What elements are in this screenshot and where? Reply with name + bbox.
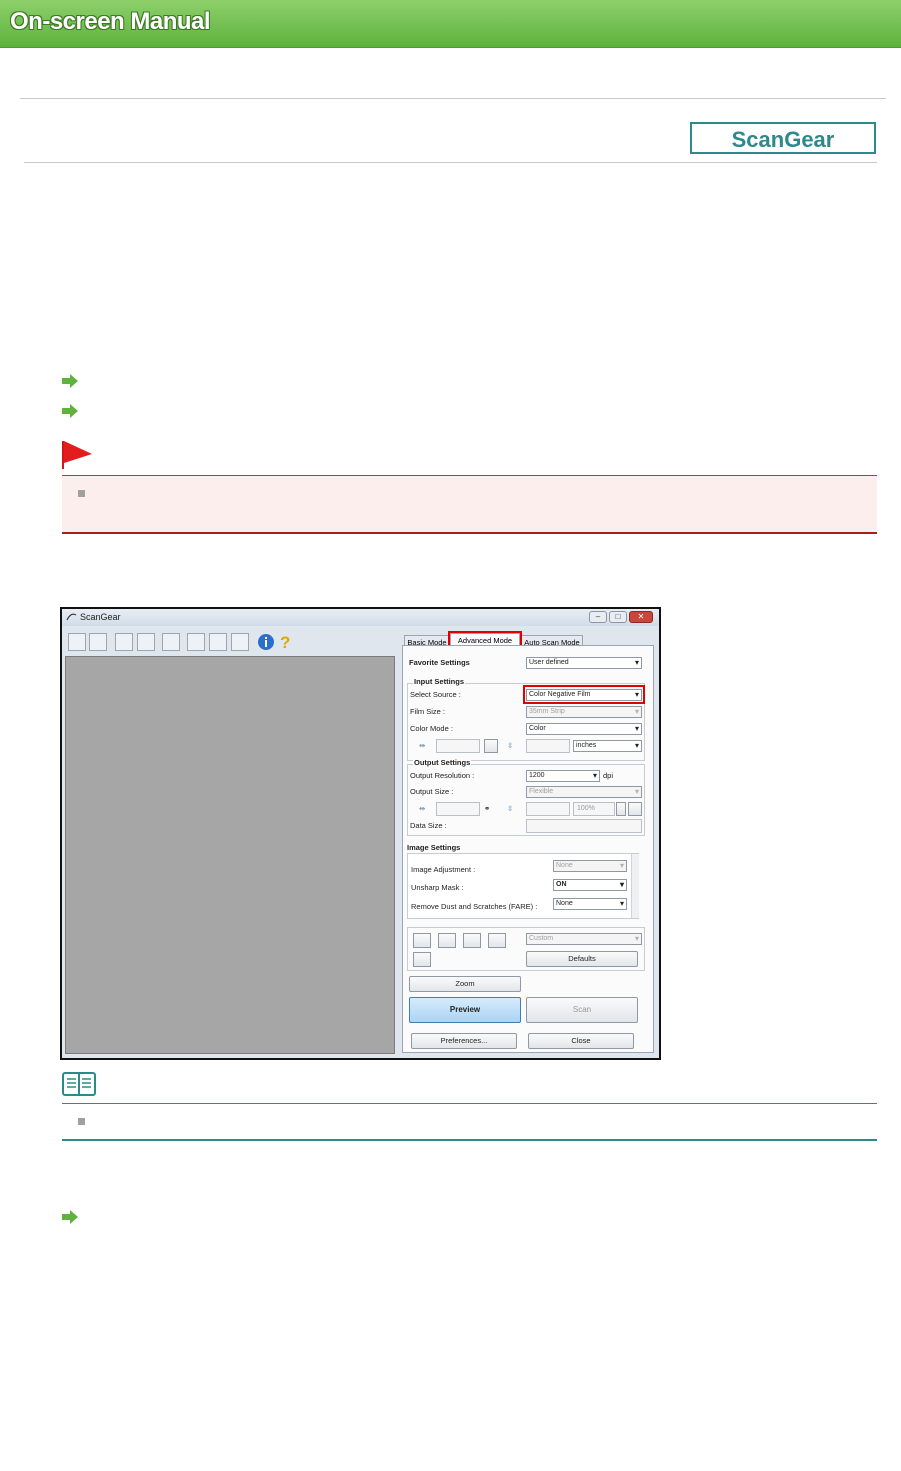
final-review-icon[interactable] (413, 952, 431, 967)
preview-button[interactable]: Preview (409, 997, 521, 1023)
note-bullet (78, 490, 85, 497)
height-icon: ⇳ (507, 804, 514, 813)
scale-stepper[interactable] (616, 802, 626, 816)
grid-view-icon[interactable] (231, 633, 249, 651)
film-size-dropdown[interactable]: 35mm Strip (526, 706, 642, 718)
output-resolution-label: Output Resolution : (410, 771, 475, 780)
scan-button[interactable]: Scan (526, 997, 638, 1023)
favorite-settings-label: Favorite Settings (409, 658, 470, 667)
top-divider (20, 98, 886, 99)
manual-title: On-screen Manual (10, 8, 211, 35)
maximize-button[interactable]: □ (609, 611, 627, 623)
scangear-app-icon (66, 613, 77, 621)
unit-dropdown[interactable]: inches (573, 740, 642, 752)
tone-settings-dropdown[interactable]: Custom (526, 933, 642, 945)
input-height-field[interactable] (526, 739, 570, 753)
scangear-badge: ScanGear (690, 122, 876, 154)
help-icon[interactable]: ? (278, 633, 294, 651)
select-source-label: Select Source : (410, 690, 461, 699)
unsharp-mask-dropdown[interactable]: ON (553, 879, 627, 891)
scangear-badge-label: ScanGear (731, 127, 835, 152)
saturation-icon[interactable] (413, 933, 431, 948)
film-size-label: Film Size : (410, 707, 446, 716)
scale-field[interactable]: 100% (573, 802, 615, 816)
select-source-highlight (523, 685, 645, 704)
grid-view-icon[interactable] (209, 633, 227, 651)
settings-panel: Favorite Settings User defined Input Set… (402, 645, 654, 1053)
favorite-settings-dropdown[interactable]: User defined (526, 657, 642, 669)
output-height-field[interactable] (526, 802, 570, 816)
thumbnail-icon[interactable] (68, 633, 86, 651)
rotate-icon[interactable] (137, 633, 155, 651)
color-mode-label: Color Mode : (410, 724, 453, 733)
input-width-field[interactable] (436, 739, 480, 753)
unsharp-mask-label: Unsharp Mask : (411, 883, 464, 892)
auto-crop-icon[interactable] (162, 633, 180, 651)
minimize-button[interactable]: – (589, 611, 607, 623)
window-titlebar: ScanGear – □ ✕ (62, 609, 659, 626)
histogram-icon[interactable] (463, 933, 481, 948)
important-note-box (62, 475, 877, 534)
output-size-dropdown[interactable]: Flexible (526, 786, 642, 798)
brightness-contrast-icon[interactable] (438, 933, 456, 948)
aspect-lock-icon[interactable] (484, 739, 498, 753)
output-settings-heading: Output Settings (413, 758, 472, 767)
image-settings-scrollbar[interactable] (631, 854, 639, 918)
close-window-button[interactable]: ✕ (629, 611, 653, 623)
data-size-field (526, 819, 642, 833)
input-settings-heading: Input Settings (413, 677, 465, 686)
note-top-line (62, 1103, 877, 1104)
image-settings-heading: Image Settings (407, 843, 461, 852)
zoom-button[interactable]: Zoom (409, 976, 521, 992)
scangear-window: ScanGear – □ ✕ ? Basic Mode Advanced Mod… (60, 607, 661, 1060)
tone-curve-icon[interactable] (488, 933, 506, 948)
defaults-button[interactable]: Defaults (526, 951, 638, 967)
data-size-label: Data Size : (410, 821, 447, 830)
link-arrow-icon[interactable] (62, 374, 78, 388)
width-icon: ⇹ (419, 804, 426, 813)
close-button[interactable]: Close (528, 1033, 634, 1049)
link-arrow-icon[interactable] (62, 404, 78, 418)
note-bullet (78, 1118, 85, 1125)
title-divider (24, 162, 877, 163)
preview-area[interactable] (65, 656, 395, 1054)
output-width-field[interactable] (436, 802, 480, 816)
preferences-button[interactable]: Preferences... (411, 1033, 517, 1049)
note-book-icon (62, 1072, 96, 1096)
window-title: ScanGear (80, 612, 121, 622)
note-bottom-line (62, 1139, 877, 1141)
grid-view-icon[interactable] (187, 633, 205, 651)
dpi-label: dpi (603, 771, 614, 780)
image-adjustment-dropdown[interactable]: None (553, 860, 627, 872)
important-flag-icon (62, 441, 92, 469)
output-resolution-dropdown[interactable]: 1200 (526, 770, 600, 782)
height-icon: ⇳ (507, 741, 514, 750)
output-size-label: Output Size : (410, 787, 454, 796)
remove-dust-label: Remove Dust and Scratches (FARE) : (411, 902, 538, 911)
info-icon[interactable] (257, 633, 275, 651)
document-icon[interactable] (89, 633, 107, 651)
remove-dust-dropdown[interactable]: None (553, 898, 627, 910)
image-adjustment-label: Image Adjustment : (411, 865, 476, 874)
width-icon: ⇹ (419, 741, 426, 750)
color-mode-dropdown[interactable]: Color (526, 723, 642, 735)
toolbar: ? (65, 631, 395, 655)
crop-icon[interactable] (115, 633, 133, 651)
svg-text:?: ? (280, 633, 290, 651)
chain-link-icon[interactable]: ⚭ (484, 804, 490, 813)
link-arrow-icon[interactable] (62, 1210, 78, 1224)
reset-size-icon[interactable] (628, 802, 642, 816)
